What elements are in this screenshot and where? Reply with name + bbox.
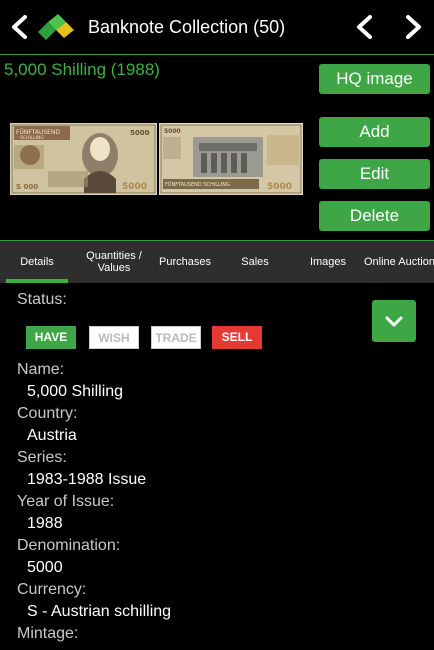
svg-text:5000: 5000 — [122, 182, 147, 192]
hq-image-button[interactable]: HQ image — [319, 64, 430, 94]
banknote-back-image[interactable]: 5000 FÜNFTAUSEND SCHILLING 5000 — [159, 123, 303, 195]
year-label: Year of Issue: — [17, 493, 115, 510]
svg-text:S 000: S 000 — [16, 183, 38, 191]
svg-text:SCHILLING: SCHILLING — [20, 135, 44, 141]
app-header: Banknote Collection (50) — [0, 0, 434, 54]
app-logo-icon — [38, 14, 74, 40]
header-divider — [0, 54, 434, 55]
status-wish-chip[interactable]: WISH — [89, 326, 139, 349]
currency-label: Currency: — [17, 581, 87, 598]
status-sell-chip[interactable]: SELL — [212, 326, 262, 349]
svg-text:5000: 5000 — [164, 128, 181, 135]
mintage-label: Mintage: — [17, 625, 79, 642]
tab-details[interactable]: Details — [0, 241, 74, 283]
name-label: Name: — [17, 361, 65, 378]
tab-purchases[interactable]: Purchases — [152, 241, 218, 283]
tab-sales[interactable]: Sales — [218, 241, 292, 283]
status-have-chip[interactable]: HAVE — [26, 326, 76, 349]
expand-button[interactable] — [372, 300, 416, 342]
svg-text:FÜNFTAUSEND: FÜNFTAUSEND — [16, 129, 60, 136]
series-label: Series: — [17, 449, 67, 466]
svg-text:5000: 5000 — [130, 129, 150, 137]
tab-quantities-values[interactable]: Quantities / Values — [76, 241, 152, 283]
chevron-down-icon — [385, 316, 403, 327]
series-value: 1983-1988 Issue — [27, 471, 147, 488]
denomination-label: Denomination: — [17, 537, 121, 554]
year-value: 1988 — [27, 515, 63, 532]
next-item-icon[interactable] — [403, 14, 425, 40]
delete-button[interactable]: Delete — [319, 201, 430, 231]
back-chevron-icon[interactable] — [8, 14, 30, 40]
svg-text:FÜNFTAUSEND SCHILLING: FÜNFTAUSEND SCHILLING — [165, 181, 230, 188]
page-title: Banknote Collection (50) — [88, 17, 286, 37]
currency-value: S - Austrian schilling — [27, 603, 172, 620]
previous-item-icon[interactable] — [353, 14, 375, 40]
country-value: Austria — [27, 427, 77, 444]
status-label: Status: — [17, 291, 67, 308]
status-trade-chip[interactable]: TRADE — [151, 326, 201, 349]
denomination-value: 5000 — [27, 559, 63, 576]
item-title: 5,000 Shilling (1988) — [4, 60, 160, 79]
banknote-front-image[interactable]: FÜNFTAUSEND SCHILLING 5000 S 000 5000 — [10, 123, 157, 195]
edit-button[interactable]: Edit — [319, 159, 430, 189]
add-button[interactable]: Add — [319, 117, 430, 147]
country-label: Country: — [17, 405, 78, 422]
tab-online-auctions[interactable]: Online Auctions — [364, 241, 434, 283]
name-value: 5,000 Shilling — [27, 383, 124, 400]
svg-text:5000: 5000 — [267, 182, 292, 192]
tab-images[interactable]: Images — [292, 241, 364, 283]
tab-bar: Details Quantities / Values Purchases Sa… — [0, 240, 434, 283]
